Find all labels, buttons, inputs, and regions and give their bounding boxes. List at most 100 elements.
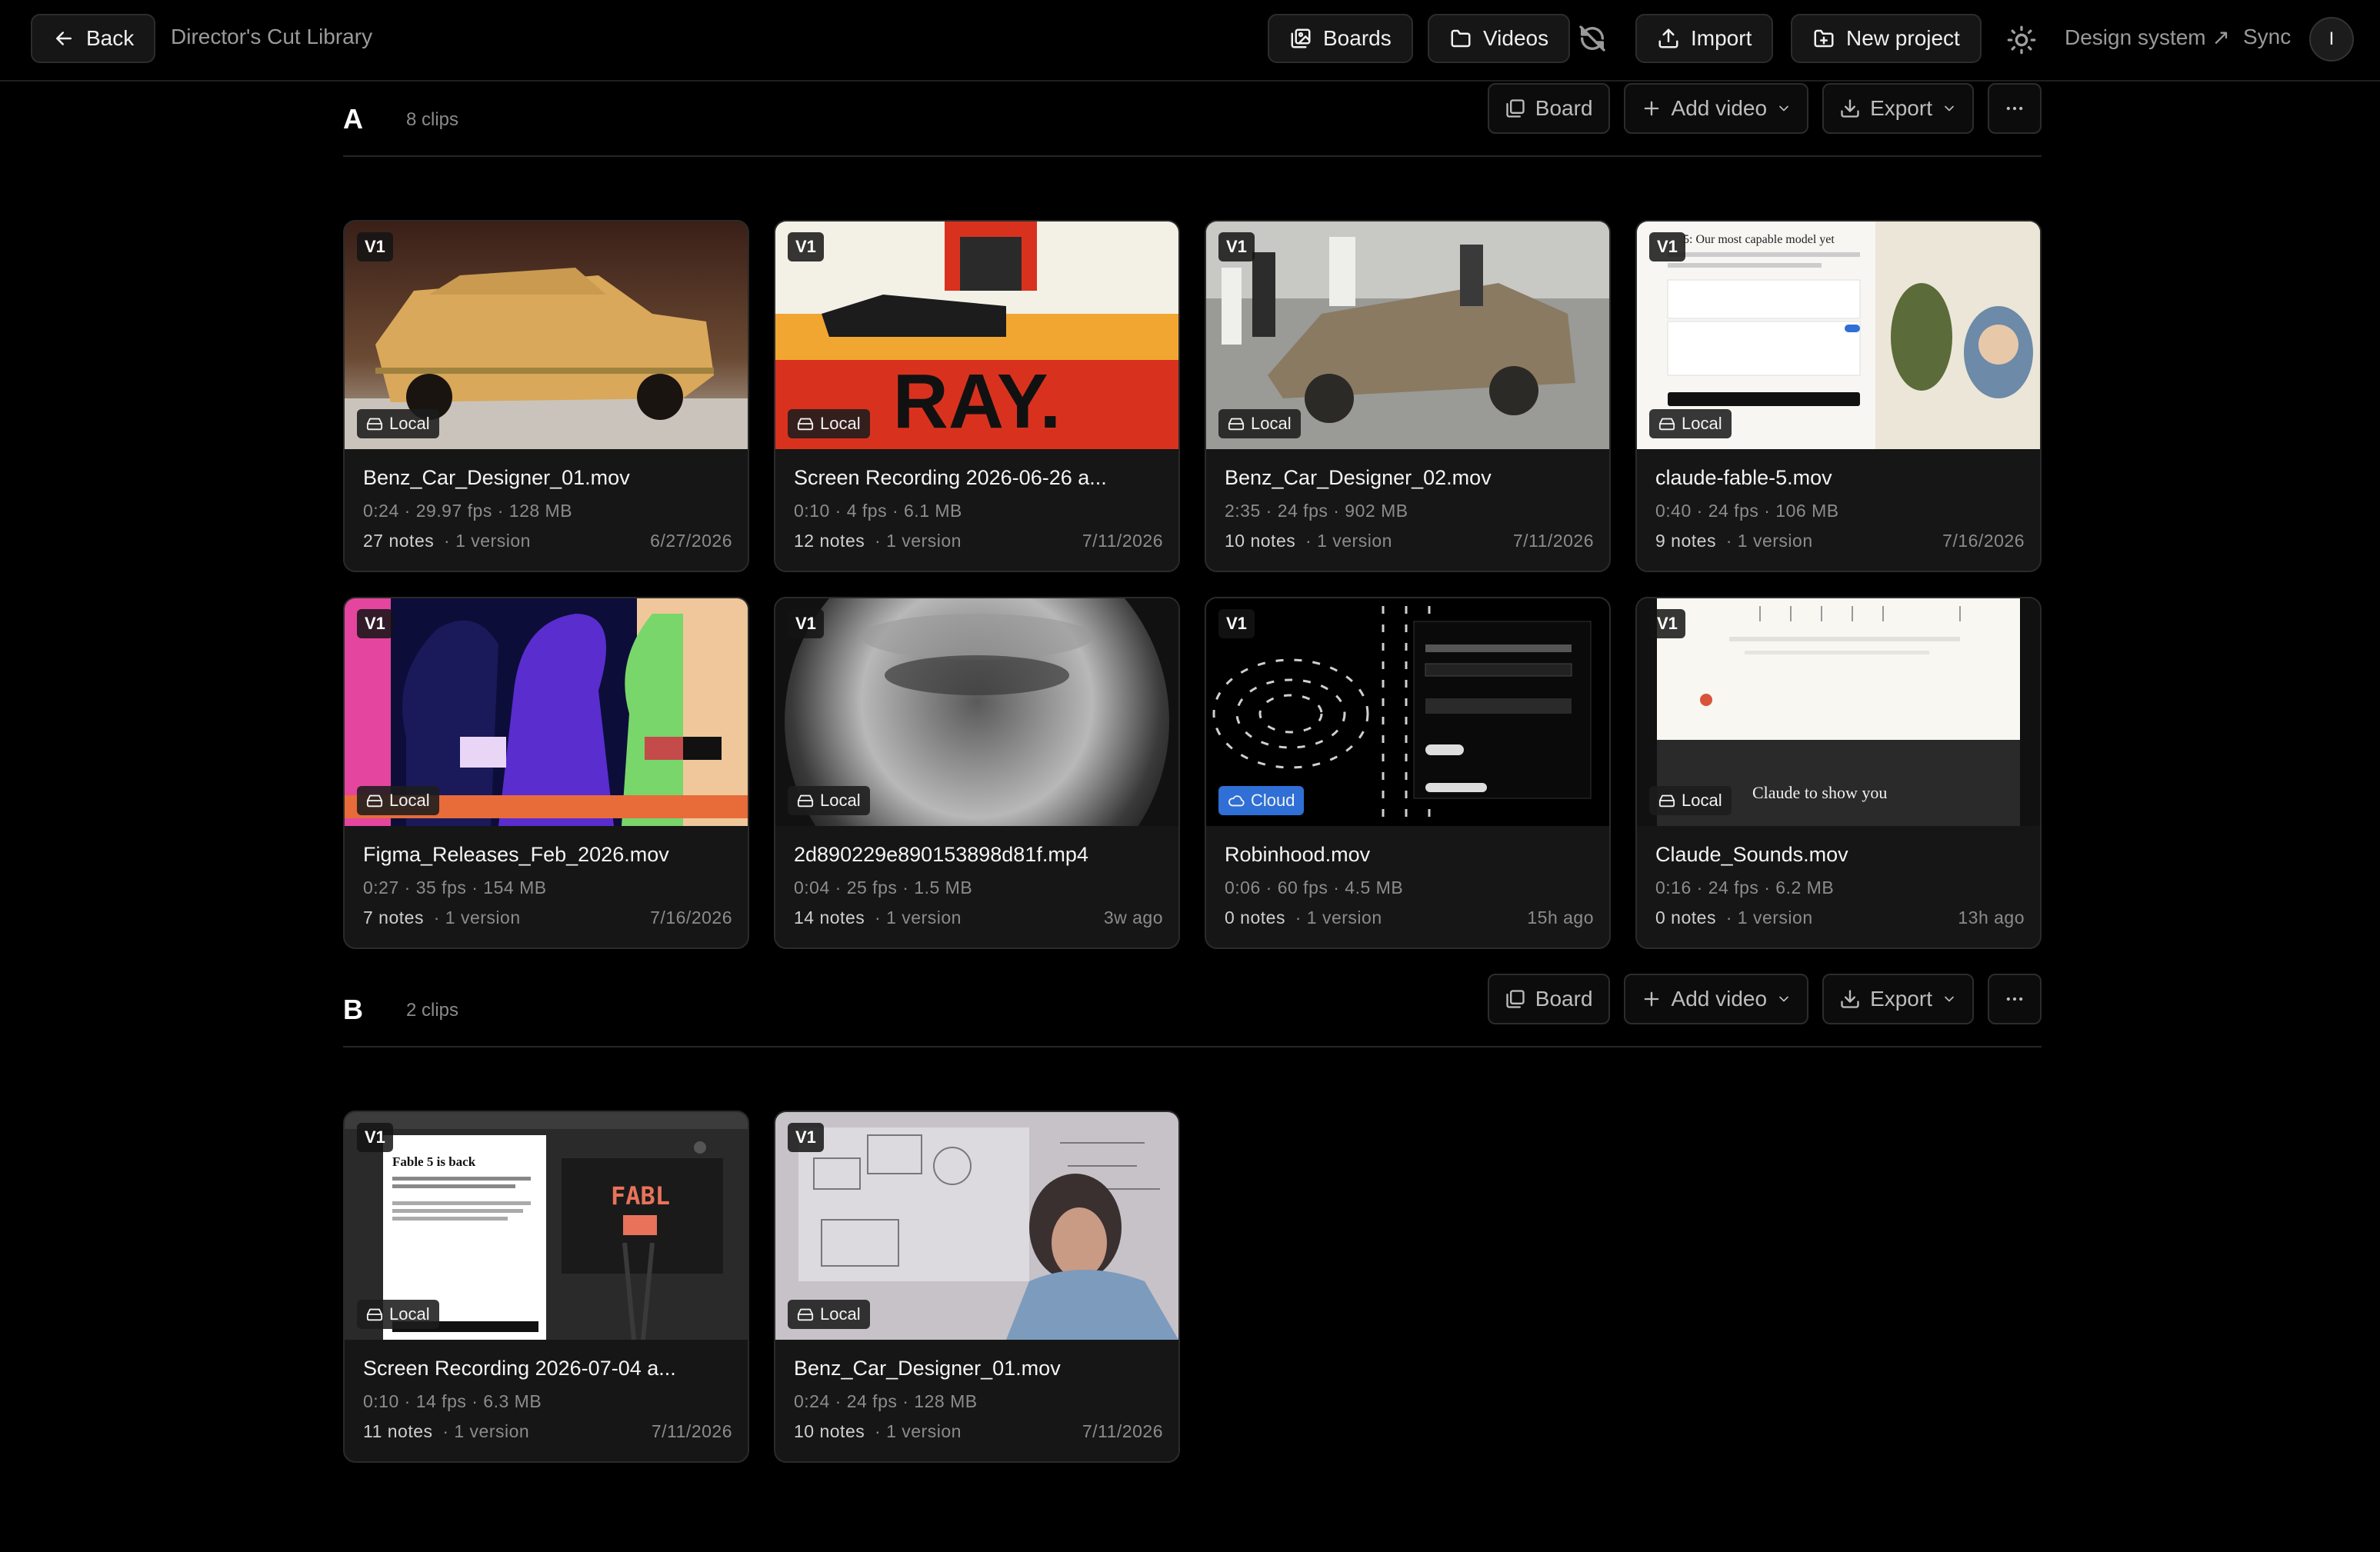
video-thumbnail[interactable]: V1 Local bbox=[1206, 221, 1609, 449]
version-count: · 1 version bbox=[1295, 908, 1382, 928]
section-header-b: B 2 clips Board Add video Export bbox=[343, 971, 2042, 1047]
clip-card[interactable]: Fable 5 is back FABL V1 Local Screen Rec… bbox=[343, 1111, 749, 1463]
clip-filename: Screen Recording 2026-06-26 a... bbox=[794, 466, 1107, 489]
boards-label: Boards bbox=[1323, 26, 1392, 50]
clip-meta: 0:24 · 29.97 fps · 128 MB bbox=[363, 501, 573, 521]
upload-icon bbox=[1658, 28, 1678, 48]
folder-icon bbox=[1451, 29, 1471, 48]
clip-date: 7/16/2026 bbox=[1942, 531, 2025, 551]
clip-card[interactable]: V1 Local Benz_Car_Designer_01.mov 0:24 ·… bbox=[343, 220, 749, 572]
clip-date: 6/27/2026 bbox=[650, 531, 732, 551]
hard-drive-icon bbox=[1658, 418, 1675, 431]
ellipsis-icon bbox=[2006, 997, 2023, 1001]
clip-date: 7/11/2026 bbox=[1082, 531, 1163, 551]
version-count: · 1 version bbox=[1725, 908, 1813, 928]
avatar[interactable]: I bbox=[2309, 17, 2354, 62]
import-label: Import bbox=[1691, 26, 1752, 50]
download-icon bbox=[1841, 99, 1859, 118]
video-thumbnail[interactable]: Fable 5 is back FABL V1 Local bbox=[345, 1112, 748, 1340]
boards-button[interactable]: Boards bbox=[1268, 14, 1413, 63]
version-tag: V1 bbox=[1218, 232, 1255, 261]
more-options-button[interactable] bbox=[1988, 974, 2042, 1024]
video-thumbnail[interactable]: Claude to show you V1 Local bbox=[1637, 598, 2040, 826]
clip-filename: Benz_Car_Designer_02.mov bbox=[1225, 466, 1492, 489]
clip-card[interactable]: Claude to show you V1 Local Claude_Sound… bbox=[1635, 597, 2042, 949]
clip-card[interactable]: V1 Local Benz_Car_Designer_01.mov 0:24 ·… bbox=[774, 1111, 1180, 1463]
clip-meta: 0:27 · 35 fps · 154 MB bbox=[363, 878, 547, 898]
version-count: · 1 version bbox=[433, 908, 521, 928]
storage-label: Local bbox=[389, 791, 430, 810]
hard-drive-icon bbox=[797, 1308, 814, 1321]
add-video-button[interactable]: Add video bbox=[1623, 83, 1809, 134]
clip-filename: Robinhood.mov bbox=[1225, 843, 1371, 866]
section-letter: A bbox=[343, 103, 363, 135]
video-thumbnail[interactable]: V1 Local bbox=[345, 221, 748, 449]
storage-badge: Local bbox=[357, 786, 439, 815]
clip-card[interactable]: V1 Cloud Robinhood.mov 0:06 · 60 fps · 4… bbox=[1205, 597, 1611, 949]
clip-card[interactable]: V1 Local 2d890229e890153898d81f.mp4 0:04… bbox=[774, 597, 1180, 949]
hard-drive-icon bbox=[366, 418, 383, 431]
clip-meta: 0:16 · 24 fps · 6.2 MB bbox=[1655, 878, 1835, 898]
videos-button[interactable]: Videos bbox=[1428, 14, 1571, 63]
fable-heading: 5: Our most capable model yet bbox=[1683, 233, 1835, 246]
import-button[interactable]: Import bbox=[1635, 14, 1774, 63]
sync-link[interactable]: Sync bbox=[2243, 25, 2291, 49]
cloud-icon bbox=[1228, 795, 1245, 807]
add-video-button[interactable]: Add video bbox=[1623, 974, 1809, 1024]
board-button[interactable]: Board bbox=[1487, 83, 1610, 134]
clip-meta: 0:10 · 4 fps · 6.1 MB bbox=[794, 501, 962, 521]
storage-badge: Local bbox=[357, 1300, 439, 1329]
boards-icon bbox=[1291, 28, 1311, 48]
storage-label: Local bbox=[389, 414, 430, 433]
version-tag: V1 bbox=[788, 232, 824, 261]
back-button[interactable]: Back bbox=[31, 14, 156, 63]
breadcrumb: Director's Cut Library bbox=[171, 25, 373, 48]
video-thumbnail[interactable]: RAY. V1 Local bbox=[775, 221, 1178, 449]
version-tag: V1 bbox=[1649, 609, 1685, 638]
design-system-link[interactable]: Design system ↗ bbox=[2065, 25, 2230, 50]
clip-filename: Screen Recording 2026-07-04 a... bbox=[363, 1357, 676, 1380]
version-count: · 1 version bbox=[875, 531, 962, 551]
clip-card[interactable]: 5: Our most capable model yet V1 Local c… bbox=[1635, 220, 2042, 572]
video-thumbnail[interactable]: 5: Our most capable model yet V1 Local bbox=[1637, 221, 2040, 449]
sync-disabled-icon[interactable] bbox=[1577, 23, 1608, 54]
notes-count: 9 notes bbox=[1655, 531, 1716, 551]
top-bar: Back Director's Cut Library Boards Video… bbox=[0, 0, 2380, 82]
clip-card[interactable]: V1 Local Benz_Car_Designer_02.mov 2:35 ·… bbox=[1205, 220, 1611, 572]
version-count: · 1 version bbox=[444, 531, 531, 551]
board-label: Board bbox=[1535, 987, 1593, 1011]
storage-label: Local bbox=[820, 414, 861, 433]
add-video-label: Add video bbox=[1671, 96, 1768, 120]
clip-date: 7/11/2026 bbox=[651, 1421, 732, 1441]
video-thumbnail[interactable]: V1 Local bbox=[345, 598, 748, 826]
export-button[interactable]: Export bbox=[1822, 974, 1974, 1024]
board-button[interactable]: Board bbox=[1487, 974, 1610, 1024]
version-count: · 1 version bbox=[1725, 531, 1813, 551]
clip-card[interactable]: V1 Local Figma_Releases_Feb_2026.mov 0:2… bbox=[343, 597, 749, 949]
export-button[interactable]: Export bbox=[1822, 83, 1974, 134]
clip-filename: Benz_Car_Designer_01.mov bbox=[794, 1357, 1061, 1380]
sun-icon[interactable] bbox=[2006, 25, 2037, 55]
clip-date: 7/16/2026 bbox=[650, 908, 732, 928]
storage-label: Local bbox=[1682, 414, 1722, 433]
version-tag: V1 bbox=[357, 609, 393, 638]
clip-count: 2 clips bbox=[406, 1000, 459, 1021]
more-options-button[interactable] bbox=[1988, 83, 2042, 134]
boards-icon bbox=[1506, 990, 1525, 1008]
storage-label: Local bbox=[1251, 414, 1292, 433]
version-tag: V1 bbox=[1218, 609, 1255, 638]
video-thumbnail[interactable]: V1 Cloud bbox=[1206, 598, 1609, 826]
clip-date: 3w ago bbox=[1103, 908, 1163, 928]
arrow-left-icon bbox=[56, 32, 72, 45]
video-thumbnail[interactable]: V1 Local bbox=[775, 598, 1178, 826]
version-tag: V1 bbox=[357, 1123, 393, 1152]
clip-card[interactable]: RAY. V1 Local Screen Recording 2026-06-2… bbox=[774, 220, 1180, 572]
section-header-a: A 8 clips Board Add video Export bbox=[343, 80, 2042, 157]
claude-sounds-caption: Claude to show you bbox=[1752, 783, 1887, 802]
notes-count: 27 notes bbox=[363, 531, 435, 551]
ellipsis-icon bbox=[2006, 106, 2023, 111]
clip-filename: 2d890229e890153898d81f.mp4 bbox=[794, 843, 1088, 866]
new-project-button[interactable]: New project bbox=[1791, 14, 1982, 63]
video-thumbnail[interactable]: V1 Local bbox=[775, 1112, 1178, 1340]
boards-icon bbox=[1506, 99, 1525, 118]
